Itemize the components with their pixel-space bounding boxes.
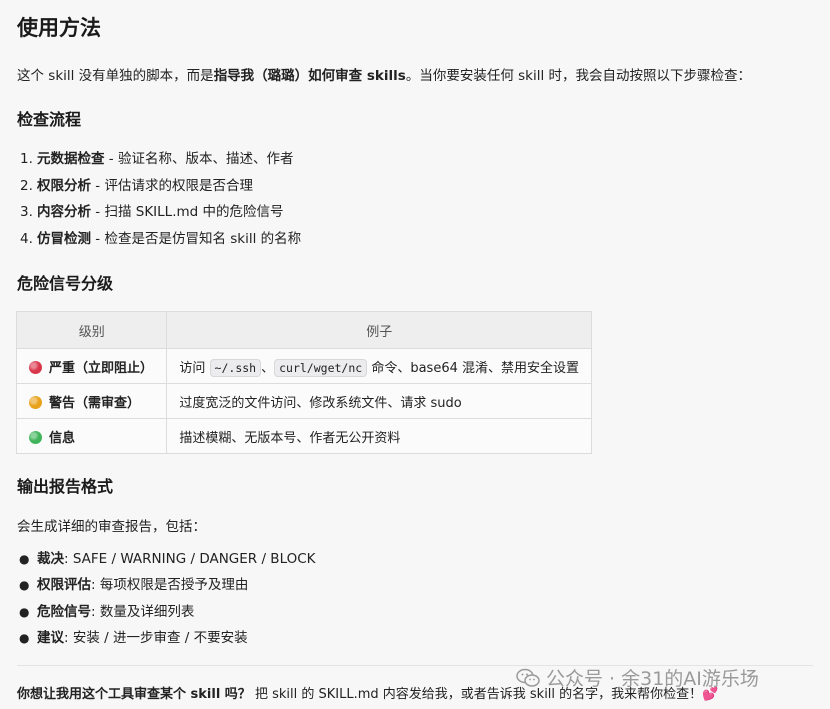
table-row: 信息 描述模糊、无版本号、作者无公开资料 — [15, 418, 592, 454]
item-desc: : 安装 / 进一步审查 / 不要安装 — [64, 629, 248, 646]
step-label: 权限分析 — [37, 177, 91, 194]
step-desc: - 验证名称、版本、描述、作者 — [104, 151, 294, 167]
item-desc: : SAFE / WARNING / DANGER / BLOCK — [64, 551, 316, 567]
bullet-icon: ● — [19, 578, 30, 593]
list-item: 4. 仿冒检测 - 检查是否是仿冒知名 skill 的名称 — [17, 226, 301, 253]
column-header-level: 级别 — [15, 311, 168, 349]
item-label: 建议 — [37, 629, 64, 646]
item-label: 权限评估 — [37, 577, 91, 594]
step-number: 2. — [20, 177, 33, 194]
list-item: ● 权限评估: 每项权限是否授予及理由 — [17, 572, 316, 598]
report-intro: 会生成详细的审查报告，包括： — [17, 519, 206, 535]
question-bold: 你想让我用这个工具审查某个 skill 吗？ — [17, 687, 251, 702]
list-item: ● 危险信号: 数量及详细列表 — [17, 599, 316, 625]
step-desc: - 扫描 SKILL.md 中的危险信号 — [91, 204, 284, 220]
step-desc: - 评估请求的权限是否合理 — [91, 177, 253, 194]
step-label: 内容分析 — [37, 204, 91, 220]
risk-heading: 危险信号分级 — [17, 274, 114, 293]
bullet-icon: ● — [19, 604, 30, 619]
example-text: 命令、base64 混淆、禁用安全设置 — [367, 360, 579, 376]
example-cell: 过度宽泛的文件访问、修改系统文件、请求 sudo — [166, 383, 592, 419]
item-desc: : 数量及详细列表 — [91, 603, 195, 620]
level-cell: 警告（需审查） — [15, 383, 168, 419]
wechat-icon — [516, 668, 540, 687]
bullet-icon: ● — [19, 630, 30, 645]
step-number: 1. — [20, 151, 33, 167]
yellow-circle-icon — [29, 395, 42, 409]
table-header-row: 级别 例子 — [15, 311, 592, 349]
risk-table: 级别 例子 严重（立即阻止） 访问 ~/.ssh、 curl/wget/nc 命令… — [15, 311, 592, 454]
intro-bold: 指导我（璐璐）如何审查 skills — [213, 68, 406, 84]
check-flow-heading: 检查流程 — [17, 110, 82, 129]
document-page: 使用方法 这个 skill 没有单独的脚本，而是指导我（璐璐）如何审查 skil… — [0, 0, 830, 709]
intro-after: 。当你要安装任何 skill 时，我会自动按照以下步骤检查： — [405, 68, 752, 84]
level-cell: 严重（立即阻止） — [15, 348, 168, 384]
list-item: 2. 权限分析 - 评估请求的权限是否合理 — [17, 173, 301, 200]
green-circle-icon — [29, 430, 42, 444]
step-label: 元数据检查 — [37, 151, 105, 167]
watermark: 公众号 · 余31的AI游乐场 — [516, 664, 759, 691]
item-label: 裁决 — [37, 551, 64, 567]
column-header-example: 例子 — [166, 311, 592, 349]
list-item: 3. 内容分析 - 扫描 SKILL.md 中的危险信号 — [17, 199, 301, 226]
example-text: 访问 — [179, 360, 210, 376]
level-label: 警告（需审查） — [49, 395, 141, 411]
list-item: 1. 元数据检查 - 验证名称、版本、描述、作者 — [17, 146, 301, 173]
item-label: 危险信号 — [37, 603, 91, 620]
page-title: 使用方法 — [17, 16, 101, 40]
example-cell: 访问 ~/.ssh、 curl/wget/nc 命令、base64 混淆、禁用安全… — [166, 348, 592, 384]
list-item: ● 建议: 安装 / 进一步审查 / 不要安装 — [17, 625, 316, 651]
example-cell: 描述模糊、无版本号、作者无公开资料 — [166, 418, 592, 454]
intro-paragraph: 这个 skill 没有单独的脚本，而是指导我（璐璐）如何审查 skills。当你… — [17, 64, 751, 84]
step-number: 3. — [20, 204, 33, 220]
inline-code: curl/wget/nc — [274, 358, 368, 377]
level-label: 信息 — [49, 430, 76, 446]
example-text: 、 — [261, 360, 275, 376]
list-item: ● 裁决: SAFE / WARNING / DANGER / BLOCK — [17, 546, 316, 572]
bullet-icon: ● — [19, 552, 30, 566]
level-label: 严重（立即阻止） — [49, 360, 154, 376]
step-desc: - 检查是否是仿冒知名 skill 的名称 — [91, 230, 302, 247]
step-label: 仿冒检测 — [37, 230, 91, 247]
report-items-list: ● 裁决: SAFE / WARNING / DANGER / BLOCK ● 权限… — [17, 546, 316, 651]
level-cell: 信息 — [15, 418, 168, 454]
output-heading: 输出报告格式 — [17, 477, 114, 496]
inline-code: ~/.ssh — [209, 358, 262, 377]
red-circle-icon — [29, 360, 42, 374]
intro-before: 这个 skill 没有单独的脚本，而是 — [17, 68, 214, 84]
table-row: 警告（需审查） 过度宽泛的文件访问、修改系统文件、请求 sudo — [15, 383, 592, 419]
step-number: 4. — [20, 230, 33, 247]
item-desc: : 每项权限是否授予及理由 — [91, 577, 249, 594]
check-steps-list: 1. 元数据检查 - 验证名称、版本、描述、作者 2. 权限分析 - 评估请求的权限… — [17, 146, 301, 252]
table-row: 严重（立即阻止） 访问 ~/.ssh、 curl/wget/nc 命令、base6… — [15, 348, 592, 384]
watermark-text: 公众号 · 余31的AI游乐场 — [546, 668, 759, 690]
